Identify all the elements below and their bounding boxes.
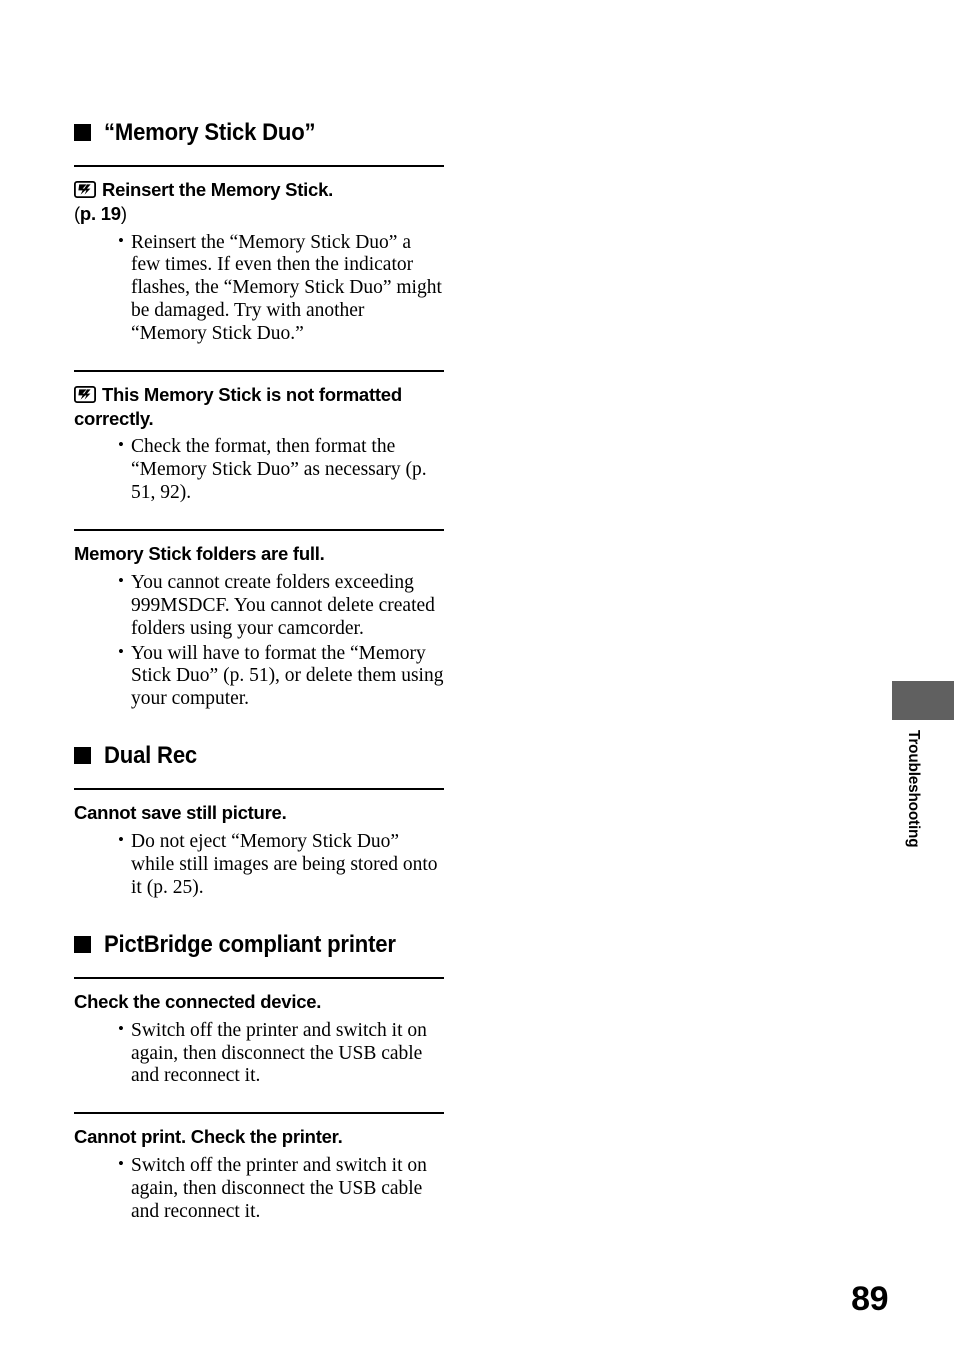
black-square-bullet-icon — [74, 124, 91, 142]
divider-rule — [74, 977, 444, 979]
list-item: Reinsert the “Memory Stick Duo” a few ti… — [118, 231, 444, 347]
section-title: PictBridge compliant printer — [104, 930, 396, 958]
subheading-cannot-save-still-picture: Cannot save still picture. — [74, 802, 287, 824]
chapter-thumb-tab-label: Troubleshooting — [905, 730, 922, 848]
page-ref-close-paren: ) — [120, 202, 127, 224]
subheading-reinsert-memory-stick: Reinsert the Memory Stick. (p. 19) — [74, 178, 444, 225]
subheading-not-formatted-correctly: This Memory Stick is not formatted corre… — [74, 383, 444, 430]
divider-rule — [74, 788, 444, 791]
memory-stick-icon — [74, 386, 96, 404]
document-page: “Memory Stick Duo” Reinsert the Memory S… — [0, 0, 954, 1357]
bullet-list: Switch off the printer and switch it on … — [74, 1154, 444, 1224]
list-item: You cannot create folders exceeding 999M… — [118, 571, 444, 641]
black-square-bullet-icon — [74, 935, 91, 953]
subheading-text: Reinsert the Memory Stick. — [102, 179, 333, 201]
subheading-folders-are-full: Memory Stick folders are full. — [74, 543, 325, 565]
divider-rule — [74, 370, 444, 373]
divider-rule — [74, 529, 444, 532]
subheading-cannot-print: Cannot print. Check the printer. — [74, 1126, 343, 1148]
bullet-list: Switch off the printer and switch it on … — [74, 1019, 444, 1089]
list-item: You will have to format the “Memory Stic… — [118, 642, 444, 712]
memory-stick-icon — [74, 181, 96, 199]
list-item: Switch off the printer and switch it on … — [118, 1019, 444, 1089]
section-title: Dual Rec — [104, 742, 198, 770]
section-header-dual-rec: Dual Rec — [74, 743, 444, 768]
chapter-thumb-tab — [892, 681, 954, 720]
bullet-list: Do not eject “Memory Stick Duo” while st… — [74, 830, 444, 900]
list-item: Check the format, then format the “Memor… — [118, 435, 444, 505]
subheading-check-connected-device: Check the connected device. — [74, 991, 322, 1012]
section-title: “Memory Stick Duo” — [104, 119, 316, 146]
page-number: 89 — [851, 1280, 888, 1318]
bullet-list: Check the format, then format the “Memor… — [74, 435, 444, 505]
black-square-bullet-icon — [74, 747, 91, 765]
divider-rule — [74, 165, 444, 168]
divider-rule — [74, 1112, 444, 1115]
subheading-text: This Memory Stick is not formatted corre… — [74, 384, 402, 429]
bullet-list: You cannot create folders exceeding 999M… — [74, 571, 444, 712]
list-item: Switch off the printer and switch it on … — [118, 1154, 444, 1224]
section-header-pictbridge-printer: PictBridge compliant printer — [74, 932, 444, 957]
list-item: Do not eject “Memory Stick Duo” while st… — [118, 830, 444, 900]
content-column: “Memory Stick Duo” Reinsert the Memory S… — [74, 120, 444, 1226]
bullet-list: Reinsert the “Memory Stick Duo” a few ti… — [74, 231, 444, 347]
page-reference: p. 19 — [79, 202, 121, 224]
section-header-memory-stick-duo: “Memory Stick Duo” — [74, 120, 444, 145]
